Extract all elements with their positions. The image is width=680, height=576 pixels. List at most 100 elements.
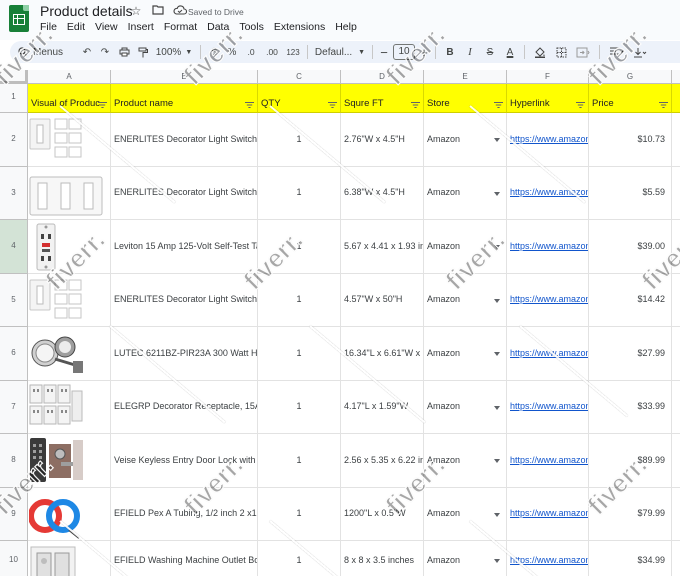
increase-font-size-button[interactable]: + [417, 42, 431, 62]
size-cell[interactable]: 5.67 x 4.41 x 1.93 inc [341, 220, 424, 274]
menu-format[interactable]: Format [164, 21, 201, 33]
product-name-cell[interactable]: ENERLITES Decorator Light Switch or [111, 113, 258, 167]
align-horizontal-icon[interactable] [604, 42, 628, 62]
filter-icon[interactable] [576, 102, 585, 108]
hyperlink-text[interactable]: https://www.amazon. [510, 381, 588, 432]
store-cell[interactable]: Amazon [424, 220, 507, 274]
percent-format-button[interactable]: % [223, 42, 241, 62]
hyperlink-cell[interactable]: https://www.amazon. [507, 113, 589, 167]
header-cell-c[interactable]: QTY [258, 84, 341, 113]
price-cell[interactable]: $33.99 [589, 381, 672, 434]
decrease-font-size-button[interactable]: − [377, 42, 391, 62]
price-cell[interactable]: $10.73 [589, 113, 672, 167]
hyperlink-cell[interactable]: https://www.amazon. [507, 327, 589, 381]
filter-icon[interactable] [494, 102, 503, 108]
column-header-c[interactable]: C [258, 70, 341, 84]
product-image-cell[interactable] [28, 488, 111, 541]
filter-icon[interactable] [98, 102, 107, 108]
next-column-cell[interactable] [672, 113, 680, 167]
hyperlink-cell[interactable]: https://www.amazon. [507, 488, 589, 541]
price-cell[interactable]: $79.99 [589, 488, 672, 541]
header-cell-e[interactable]: Store [424, 84, 507, 113]
next-column-cell[interactable] [672, 434, 680, 488]
size-cell[interactable]: 2.56 x 5.35 x 6.22 inc [341, 434, 424, 488]
store-cell[interactable]: Amazon [424, 327, 507, 381]
hyperlink-cell[interactable]: https://www.amazon. [507, 274, 589, 327]
next-column-cell[interactable] [672, 220, 680, 274]
italic-button[interactable]: I [460, 42, 480, 62]
qty-cell[interactable]: 1 [258, 220, 341, 274]
menu-insert[interactable]: Insert [128, 21, 158, 33]
decrease-decimal-button[interactable]: .0 [241, 42, 261, 62]
column-header-d[interactable]: D [341, 70, 424, 84]
menu-view[interactable]: View [95, 21, 122, 33]
next-column-cell[interactable] [672, 488, 680, 541]
chevron-down-icon[interactable] [494, 459, 500, 463]
hyperlink-text[interactable]: https://www.amazon. [510, 113, 588, 165]
hyperlink-text[interactable]: https://www.amazon. [510, 167, 588, 218]
size-cell[interactable]: 8 x 8 x 3.5 inches [341, 541, 424, 576]
chevron-down-icon[interactable] [494, 559, 500, 563]
product-image-cell[interactable] [28, 327, 111, 381]
strikethrough-button[interactable]: S [480, 42, 500, 62]
select-all-corner[interactable] [0, 70, 28, 84]
row-header-9[interactable]: 9 [0, 488, 28, 541]
price-cell[interactable]: $5.59 [589, 167, 672, 220]
chevron-down-icon[interactable] [494, 512, 500, 517]
row-header-7[interactable]: 7 [0, 381, 28, 434]
chevron-down-icon[interactable] [494, 191, 500, 196]
undo-icon[interactable]: ↶ [78, 42, 96, 62]
row-header-8[interactable]: 8 [0, 434, 28, 488]
borders-icon[interactable] [551, 42, 571, 62]
store-cell[interactable]: Amazon [424, 541, 507, 576]
store-cell[interactable]: Amazon [424, 488, 507, 541]
header-cell-d[interactable]: Squre FT [341, 84, 424, 113]
move-folder-icon[interactable] [150, 4, 166, 18]
qty-cell[interactable]: 1 [258, 167, 341, 220]
next-column-cell[interactable] [672, 274, 680, 327]
hyperlink-text[interactable]: https://www.amazon. [510, 274, 588, 325]
header-cell-g[interactable]: Price [589, 84, 672, 113]
price-cell[interactable]: $14.42 [589, 274, 672, 327]
bold-button[interactable]: B [440, 42, 460, 62]
search-menus-button[interactable]: Menus [10, 42, 78, 62]
chevron-down-icon[interactable] [494, 405, 500, 410]
font-size-input[interactable]: 10 [393, 44, 415, 60]
product-name-cell[interactable]: EFIELD Washing Machine Outlet Box, [111, 541, 258, 576]
row-header-2[interactable]: 2 [0, 113, 28, 167]
cloud-saved-icon[interactable] [172, 4, 188, 18]
qty-cell[interactable]: 1 [258, 488, 341, 541]
product-image-cell[interactable] [28, 274, 111, 327]
currency-format-button[interactable]: $ [205, 42, 223, 62]
product-image-cell[interactable] [28, 167, 111, 220]
product-name-cell[interactable]: ENERLITES Decorator Light Switch or [111, 274, 258, 327]
row-header-6[interactable]: 6 [0, 327, 28, 381]
row-header-3[interactable]: 3 [0, 167, 28, 220]
hyperlink-text[interactable]: https://www.amazon. [510, 220, 588, 272]
menu-data[interactable]: Data [207, 21, 233, 33]
product-name-cell[interactable]: EFIELD Pex A Tubing, 1/2 inch 2 x10 [111, 488, 258, 541]
store-cell[interactable]: Amazon [424, 434, 507, 488]
column-header-next[interactable] [672, 70, 680, 84]
header-cell-b[interactable]: Product name [111, 84, 258, 113]
star-icon[interactable]: ☆ [128, 4, 144, 18]
redo-icon[interactable]: ↷ [96, 42, 114, 62]
size-cell[interactable]: 16.34"L x 6.61"W x 7 [341, 327, 424, 381]
column-header-f[interactable]: F [507, 70, 589, 84]
size-cell[interactable]: 4.17"L x 1.59"W [341, 381, 424, 434]
column-header-a[interactable]: A [28, 70, 111, 84]
next-column-cell[interactable] [672, 541, 680, 576]
next-column-cell[interactable] [672, 167, 680, 220]
product-image-cell[interactable] [28, 381, 111, 434]
sheets-logo-icon[interactable] [9, 5, 29, 32]
row-header-4[interactable]: 4 [0, 220, 28, 274]
menu-help[interactable]: Help [335, 21, 361, 33]
hyperlink-cell[interactable]: https://www.amazon. [507, 381, 589, 434]
increase-decimal-button[interactable]: .00 [261, 42, 283, 62]
store-cell[interactable]: Amazon [424, 113, 507, 167]
product-name-cell[interactable]: Leviton 15 Amp 125-Volt Self-Test Tar [111, 220, 258, 274]
qty-cell[interactable]: 1 [258, 274, 341, 327]
qty-cell[interactable]: 1 [258, 541, 341, 576]
column-header-g[interactable]: G [589, 70, 672, 84]
store-cell[interactable]: Amazon [424, 274, 507, 327]
